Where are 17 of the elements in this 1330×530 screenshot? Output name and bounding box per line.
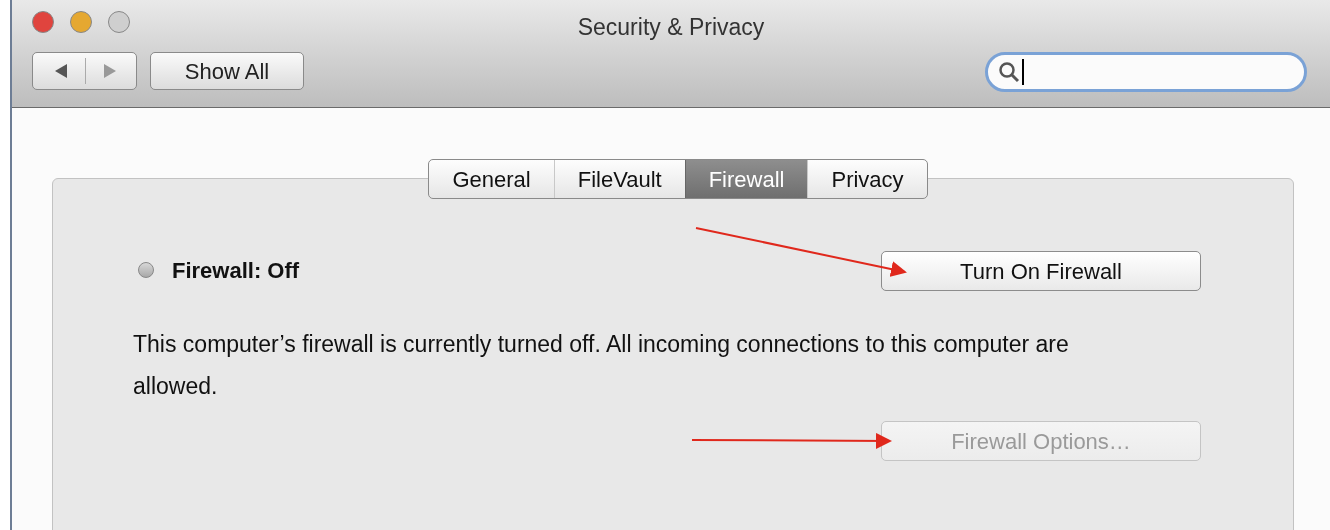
window-control-button[interactable] bbox=[32, 11, 54, 33]
tab[interactable]: Firewall bbox=[684, 160, 808, 198]
search-field[interactable] bbox=[985, 52, 1307, 92]
tab[interactable]: FileVault bbox=[553, 160, 685, 198]
tab[interactable]: Privacy bbox=[807, 160, 927, 198]
search-icon bbox=[998, 61, 1020, 83]
window-title: Security & Privacy bbox=[577, 13, 765, 42]
window-control-button[interactable] bbox=[108, 11, 130, 33]
forward-icon[interactable] bbox=[102, 63, 118, 79]
firewall-description: This computer’s firewall is currently turned off. All incoming connections to this computer are allowed. bbox=[133, 330, 1070, 401]
tab[interactable]: General bbox=[429, 160, 554, 198]
turn-on-firewall-button[interactable]: Turn On Firewall bbox=[881, 251, 1201, 291]
back-icon[interactable] bbox=[53, 63, 69, 79]
show-all-button[interactable]: Show All bbox=[150, 52, 304, 90]
text-cursor bbox=[1022, 59, 1024, 85]
window-control-button[interactable] bbox=[70, 11, 92, 33]
firewall-status: Firewall: Off bbox=[172, 256, 300, 285]
